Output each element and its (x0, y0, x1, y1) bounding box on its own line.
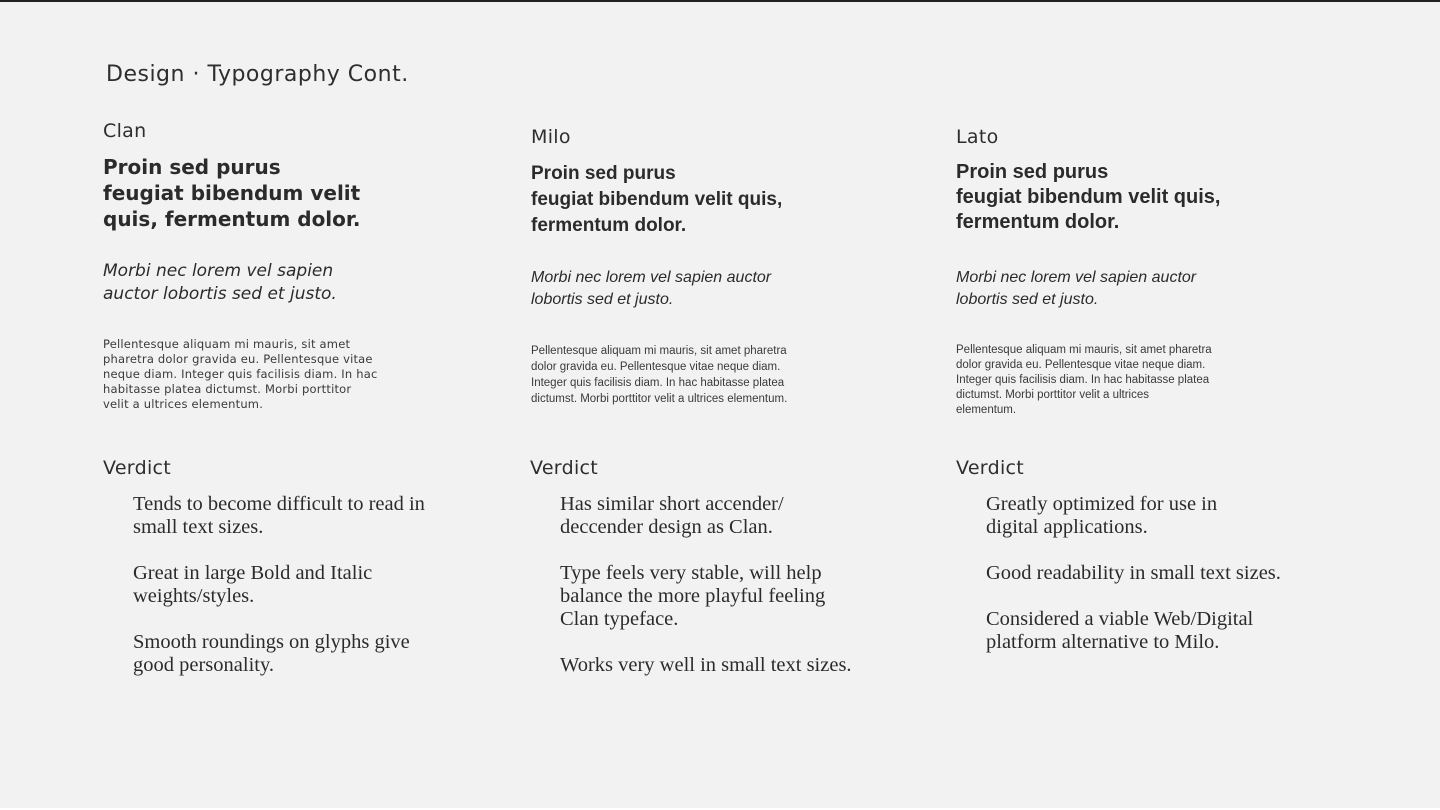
body-sample-line: neque diam. Integer quis facilisis diam.… (103, 367, 378, 381)
verdict-line: Has similar short accender/ (560, 493, 784, 515)
top-border (0, 0, 1440, 2)
body-sample-line: dictumst. Morbi porttitor velit a ultric… (956, 389, 1150, 401)
italic-sample: Morbi nec lorem vel sapien auctor lobort… (531, 267, 771, 311)
verdict-item: Smooth roundings on glyphs give good per… (133, 631, 425, 677)
body-sample-line: Integer quis facilisis diam. In hac habi… (956, 374, 1210, 386)
verdict-line: good personality. (133, 654, 275, 676)
body-sample-line: velit a ultrices elementum. (103, 397, 264, 411)
verdict-item: Works very well in small text sizes. (560, 654, 852, 677)
verdict-item: Greatly optimized for use in digital app… (986, 493, 1281, 539)
verdict-line: small text sizes. (133, 516, 264, 538)
bold-sample-line: fermentum dolor. (531, 215, 687, 236)
body-sample: Pellentesque aliquam mi mauris, sit amet… (531, 343, 787, 407)
body-sample-line: Pellentesque aliquam mi mauris, sit amet… (956, 344, 1212, 356)
verdict-line: platform alternative to Milo. (986, 631, 1220, 653)
body-sample-line: pharetra dolor gravida eu. Pellentesque … (103, 352, 373, 366)
italic-sample-line: Morbi nec lorem vel sapien auctor (531, 269, 772, 286)
italic-sample-line: lobortis sed et justo. (531, 291, 674, 308)
verdict-line: Type feels very stable, will help (560, 562, 822, 584)
verdict-list: Greatly optimized for use in digital app… (986, 493, 1281, 677)
body-sample-line: Pellentesque aliquam mi mauris, sit amet (103, 337, 351, 351)
verdict-list: Has similar short accender/ deccender de… (560, 493, 852, 700)
verdict-item: Considered a viable Web/Digital platform… (986, 608, 1281, 654)
body-sample-line: dolor gravida eu. Pellentesque vitae neq… (956, 359, 1206, 371)
body-sample-line: elementum. (956, 404, 1017, 416)
font-name-heading: Milo (531, 126, 571, 148)
italic-sample: Morbi nec lorem vel sapien auctor lobort… (103, 260, 337, 306)
verdict-line: digital applications. (986, 516, 1148, 538)
bold-sample-line: Proin sed purus (103, 155, 281, 179)
bold-sample-line: quis, fermentum dolor. (103, 207, 361, 231)
verdict-item: Tends to become difficult to read in sma… (133, 493, 425, 539)
page-title: Design · Typography Cont. (106, 62, 409, 87)
verdict-item: Has similar short accender/ deccender de… (560, 493, 852, 539)
body-sample: Pellentesque aliquam mi mauris, sit amet… (956, 343, 1212, 418)
bold-sample: Proin sed purus feugiat bibendum velit q… (531, 161, 782, 239)
verdict-line: deccender design as Clan. (560, 516, 773, 538)
bold-sample-line: fermentum dolor. (956, 211, 1120, 233)
bold-sample-line: Proin sed purus (531, 163, 676, 184)
verdict-heading: Verdict (956, 457, 1025, 479)
verdict-line: Clan typeface. (560, 608, 679, 630)
verdict-heading: Verdict (103, 457, 172, 479)
verdict-line: Greatly optimized for use in (986, 493, 1218, 515)
italic-sample: Morbi nec lorem vel sapien auctor lobort… (956, 267, 1196, 311)
bold-sample-line: Proin sed purus (956, 161, 1109, 183)
verdict-line: Tends to become difficult to read in (133, 493, 425, 515)
verdict-list: Tends to become difficult to read in sma… (133, 493, 425, 700)
verdict-line: balance the more playful feeling (560, 585, 826, 607)
verdict-line: Considered a viable Web/Digital (986, 608, 1254, 630)
bold-sample-line: feugiat bibendum velit quis, (956, 186, 1221, 208)
verdict-line: Good readability in small text sizes. (986, 562, 1281, 584)
verdict-line: Works very well in small text sizes. (560, 654, 852, 676)
font-name-heading: Clan (103, 120, 147, 142)
bold-sample-line: feugiat bibendum velit quis, (531, 189, 783, 210)
verdict-item: Good readability in small text sizes. (986, 562, 1281, 585)
body-sample-line: habitasse platea dictumst. Morbi porttit… (103, 382, 352, 396)
verdict-item: Type feels very stable, will help balanc… (560, 562, 852, 631)
verdict-line: Great in large Bold and Italic (133, 562, 373, 584)
verdict-line: Smooth roundings on glyphs give (133, 631, 410, 653)
verdict-item: Great in large Bold and Italic weights/s… (133, 562, 425, 608)
body-sample-line: dictumst. Morbi porttitor velit a ultric… (531, 393, 788, 405)
verdict-heading: Verdict (530, 457, 599, 479)
bold-sample-line: feugiat bibendum velit (103, 181, 361, 205)
italic-sample-line: lobortis sed et justo. (956, 291, 1099, 308)
bold-sample: Proin sed purus feugiat bibendum velit q… (103, 154, 361, 232)
body-sample-line: Integer quis facilisis diam. In hac habi… (531, 377, 785, 389)
italic-sample-line: auctor lobortis sed et justo. (103, 284, 337, 304)
italic-sample-line: Morbi nec lorem vel sapien (103, 261, 334, 281)
body-sample-line: Pellentesque aliquam mi mauris, sit amet… (531, 345, 787, 357)
bold-sample: Proin sed purus feugiat bibendum velit q… (956, 160, 1220, 235)
verdict-line: weights/styles. (133, 585, 255, 607)
italic-sample-line: Morbi nec lorem vel sapien auctor (956, 269, 1197, 286)
body-sample-line: dolor gravida eu. Pellentesque vitae neq… (531, 361, 781, 373)
font-name-heading: Lato (956, 126, 999, 148)
body-sample: Pellentesque aliquam mi mauris, sit amet… (103, 337, 377, 412)
